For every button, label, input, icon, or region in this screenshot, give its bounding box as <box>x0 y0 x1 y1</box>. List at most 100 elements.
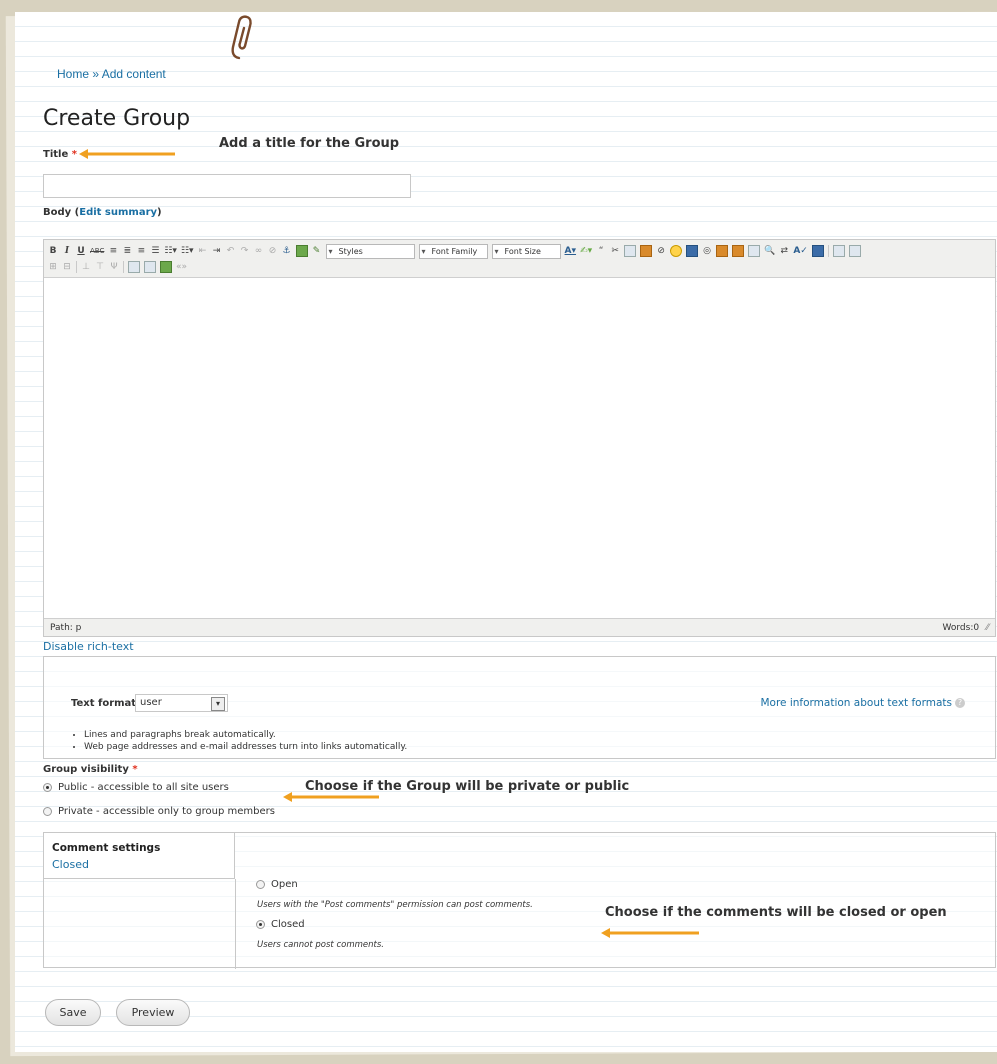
anchor-icon[interactable]: ⚓ <box>282 245 292 257</box>
copy-icon[interactable] <box>624 245 637 257</box>
breadcrumb: Home » Add content <box>57 67 166 81</box>
align-right-icon[interactable]: ≡ <box>136 245 146 257</box>
text-format-fieldset: Text format user ▾ More information abou… <box>43 656 996 759</box>
preview-icon[interactable] <box>748 245 761 257</box>
comment-settings-summary: Closed <box>52 858 89 871</box>
edit-summary-link[interactable]: Edit summary <box>79 207 157 218</box>
toolbar-separator <box>827 245 829 257</box>
find-icon[interactable]: 🔍 <box>764 245 775 257</box>
undo-icon[interactable]: ↶ <box>226 245 236 257</box>
editor-statusbar: Path: p Words:0 ⁄⁄ <box>44 618 995 636</box>
page-break-icon[interactable] <box>144 261 156 273</box>
cleanup-icon[interactable]: ✎ <box>312 245 322 257</box>
text-format-selected: user <box>140 697 162 708</box>
breadcrumb-separator: » <box>92 67 100 81</box>
comment-closed-option[interactable]: Closed <box>256 919 305 930</box>
save-button[interactable]: Save <box>45 999 101 1026</box>
editor-content-area[interactable] <box>44 278 995 618</box>
media-icon[interactable] <box>686 245 699 257</box>
comment-settings-title: Comment settings <box>52 842 161 854</box>
page-sheet: Home » Add content Create Group Add a ti… <box>15 12 997 1052</box>
unlink-icon[interactable]: ⊘ <box>268 245 278 257</box>
align-left-icon[interactable]: ≡ <box>108 245 118 257</box>
comment-closed-label: Closed <box>271 919 305 930</box>
quote-icon[interactable]: «» <box>176 261 187 273</box>
col-after-icon[interactable]: ⊤ <box>95 261 105 273</box>
chevron-down-icon: ▾ <box>211 697 225 711</box>
replace-icon[interactable]: ⇄ <box>779 245 789 257</box>
radio-selected-icon[interactable] <box>43 783 52 792</box>
breadcrumb-current-link[interactable]: Add content <box>102 67 166 81</box>
film-icon[interactable] <box>160 261 172 273</box>
bold-icon[interactable]: B <box>48 245 58 257</box>
radio-selected-icon[interactable] <box>256 920 265 929</box>
group-visibility-label-text: Group visibility <box>43 764 129 775</box>
strikethrough-icon[interactable]: ABC <box>90 245 104 257</box>
annotation-visibility-hint: Choose if the Group will be private or p… <box>305 779 630 794</box>
toolbar-separator <box>76 261 77 273</box>
visibility-public-option[interactable]: Public - accessible to all site users <box>43 782 229 793</box>
breadcrumb-home-link[interactable]: Home <box>57 67 89 81</box>
disable-rich-text-link[interactable]: Disable rich-text <box>43 640 134 653</box>
comment-open-description: Users with the "Post comments" permissio… <box>257 900 533 910</box>
emoticon-icon[interactable] <box>670 245 683 257</box>
text-format-select[interactable]: user ▾ <box>135 694 228 712</box>
title-label: Title * <box>43 149 77 160</box>
body-label: Body (Edit summary) <box>43 207 162 218</box>
title-label-text: Title <box>43 149 69 160</box>
align-justify-icon[interactable]: ☰ <box>150 245 160 257</box>
text-format-tips: Lines and paragraphs break automatically… <box>74 730 407 754</box>
help-circle-icon[interactable]: ◎ <box>702 245 712 257</box>
paste-word-icon[interactable] <box>732 245 745 257</box>
tip-item: Lines and paragraphs break automatically… <box>84 730 407 740</box>
highlight-color-icon[interactable]: ✍▾ <box>580 245 592 257</box>
bullet-list-icon[interactable]: ☷▾ <box>164 245 177 257</box>
insert-layer-icon[interactable] <box>811 245 824 257</box>
comment-settings-fieldset: Comment settings Closed Open Users with … <box>43 832 996 969</box>
body-label-text: Body <box>43 207 72 218</box>
font-size-select[interactable]: Font Size <box>491 243 561 259</box>
comment-settings-tab[interactable]: Comment settings Closed <box>44 833 235 879</box>
page-title: Create Group <box>43 106 191 131</box>
link-icon[interactable]: ∞ <box>254 245 264 257</box>
underline-icon[interactable]: U <box>76 245 86 257</box>
redo-icon[interactable]: ↷ <box>240 245 250 257</box>
radio-unselected-icon[interactable] <box>43 807 52 816</box>
align-center-icon[interactable]: ≣ <box>122 245 132 257</box>
spellcheck-icon[interactable]: A✓ <box>793 245 808 257</box>
more-info-text: More information about text formats <box>760 697 952 709</box>
font-family-select[interactable]: Font Family <box>418 243 488 259</box>
visibility-private-option[interactable]: Private - accessible only to group membe… <box>43 806 275 817</box>
panel-divider <box>235 879 236 969</box>
title-input[interactable] <box>43 174 411 198</box>
cut-icon[interactable]: ✂ <box>610 245 620 257</box>
comment-open-option[interactable]: Open <box>256 879 298 890</box>
italic-icon[interactable]: I <box>62 245 72 257</box>
blockquote-icon[interactable]: “ <box>596 245 606 257</box>
visual-aid-icon[interactable] <box>128 261 140 273</box>
styles-select[interactable]: Styles <box>325 243 415 259</box>
text-format-more-info-link[interactable]: More information about text formats? <box>760 697 965 709</box>
editor-path: Path: p <box>50 622 82 633</box>
paste-icon[interactable] <box>640 245 653 257</box>
toolbar-row-2: ⊞ ⊟ ⊥ ⊤ Ψ «» <box>48 259 991 275</box>
required-mark: * <box>71 149 77 160</box>
text-color-icon[interactable]: A▾ <box>565 245 576 257</box>
preview-button[interactable]: Preview <box>116 999 190 1026</box>
radio-unselected-icon[interactable] <box>256 880 265 889</box>
visibility-private-label: Private - accessible only to group membe… <box>58 806 275 817</box>
image-icon[interactable] <box>295 245 308 257</box>
indent-icon[interactable]: ⇥ <box>212 245 222 257</box>
row-after-icon[interactable]: ⊟ <box>62 261 72 273</box>
numbered-list-icon[interactable]: ☷▾ <box>181 245 194 257</box>
table-icon[interactable] <box>832 245 845 257</box>
paste-text-icon[interactable] <box>716 245 729 257</box>
outdent-icon[interactable]: ⇤ <box>198 245 208 257</box>
merge-cells-icon[interactable]: Ψ <box>109 261 119 273</box>
resize-grip-icon[interactable]: ⁄⁄ <box>986 623 989 633</box>
table-props-icon[interactable] <box>848 245 861 257</box>
remove-format-icon[interactable]: ⊘ <box>656 245 666 257</box>
row-before-icon[interactable]: ⊞ <box>48 261 58 273</box>
col-before-icon[interactable]: ⊥ <box>81 261 91 273</box>
toolbar-separator <box>123 261 124 273</box>
